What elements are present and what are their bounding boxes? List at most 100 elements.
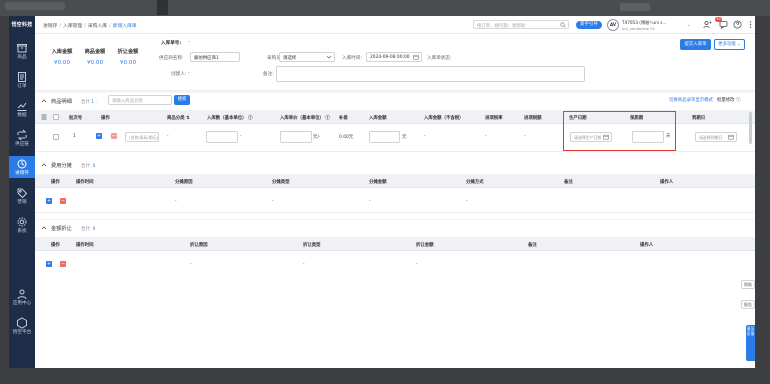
summary-goods: 商品金额 ¥0.00	[80, 48, 110, 66]
column-header: 操作时间	[76, 242, 94, 248]
breadcrumb-item[interactable]: 入库管理	[63, 24, 82, 29]
summary-value: ¥0.00	[86, 60, 103, 66]
app-window: 悟空科技 商品 订单 数据 供应链 进销存 营销 系统 应用中心 悟空平台 进销…	[9, 16, 755, 368]
column-header: 分摊方式	[466, 179, 484, 185]
chevron-up-icon[interactable]	[41, 162, 47, 168]
delete-row-button[interactable]: −	[60, 261, 66, 267]
fees-section: 费用分摊 合计: 0 操作 操作时间 分摊原因 分摊类型 分摊金额 分摊方式 备…	[35, 157, 755, 219]
column-header: 操作	[51, 179, 60, 185]
column-header: 操作	[101, 115, 110, 121]
discount-section-header: 金额折让 合计: 0	[35, 220, 755, 237]
section-title: 商品明细	[51, 99, 72, 105]
qty-input[interactable]	[206, 131, 238, 143]
outer-window-top	[0, 0, 770, 16]
discount-section: 金额折让 合计: 0 操作 操作时间 折让原因 折让类型 折让金额 备注 操作人…	[35, 220, 755, 278]
goods-class-value: -	[167, 134, 169, 139]
sidebar-item-goods[interactable]: 商品	[9, 40, 35, 62]
more-functions-label: 更多功能	[718, 42, 736, 47]
user-menu[interactable]: AV T47053 (博雅!-uni s... uni_vendorme 01 …	[607, 19, 695, 31]
production-date-placeholder: 请选择生产日期	[574, 135, 602, 140]
sidebar-item-apps[interactable]: 应用中心	[9, 286, 35, 308]
sidebar-item-label: 应用中心	[12, 301, 32, 306]
creator-label: 创建人:	[171, 72, 187, 77]
select-all-checkbox[interactable]	[53, 114, 59, 120]
outer-window-ghost-button	[620, 3, 650, 11]
top-header: 进销存 / 入库管理 / 采购入库 / 新增入库单 搜订单、搜问题、搜帮助 新手引导 AV …	[35, 16, 755, 34]
notification-badge: 53	[715, 17, 722, 22]
cell-type: -	[272, 199, 274, 204]
breadcrumb-item[interactable]: 采购入库	[88, 24, 107, 29]
feedback-button[interactable]: 意见反馈	[746, 325, 755, 361]
order-icon	[18, 72, 26, 82]
sidebar-item-data[interactable]: 数据	[9, 98, 35, 120]
creator-value: -	[188, 71, 190, 76]
help-icon[interactable]	[733, 20, 742, 29]
date-picker[interactable]: 2024-09-08 00:00	[366, 52, 422, 62]
shelf-life-input[interactable]	[632, 131, 664, 143]
row-checkbox[interactable]	[53, 134, 59, 140]
help-side-button[interactable]: 帮助	[741, 280, 755, 289]
remark-textarea[interactable]	[276, 66, 585, 82]
sidebar-item-platform[interactable]: 悟空平台	[9, 315, 35, 337]
submit-order-button[interactable]: 提交入库单	[680, 39, 711, 50]
column-header: 折让类型	[303, 242, 321, 248]
goods-search-input[interactable]: 请输入商品名称	[108, 95, 172, 105]
search-placeholder: 请输入商品名称	[112, 99, 143, 104]
cell-reason: -	[190, 262, 192, 267]
expiry-date-picker[interactable]: 请选择到期日	[695, 132, 737, 142]
table-row: 1 + − (名称/条码/助记) - - 元/- 0.00元 元 - - - 请…	[35, 124, 755, 152]
buyer-select[interactable]: 请选择	[279, 52, 335, 62]
chevron-up-icon[interactable]	[41, 225, 47, 231]
order-number-label: 入库单号:	[161, 41, 182, 46]
summary-label: 商品金额	[84, 49, 106, 55]
list-icon[interactable]	[41, 114, 47, 120]
sidebar-item-label: 商品	[17, 55, 27, 60]
production-date-picker[interactable]: 请选择生产日期	[570, 132, 612, 142]
calendar-icon	[603, 134, 609, 140]
add-row-button[interactable]: +	[46, 261, 52, 267]
sidebar-item-label: 供应链	[15, 142, 29, 147]
price-input[interactable]	[280, 131, 312, 143]
breadcrumb: 进销存 / 入库管理 / 采购入库 / 新增入库单	[43, 24, 137, 29]
user-switch-icon[interactable]	[703, 20, 712, 29]
order-number-value: -	[188, 40, 190, 45]
screen: 悟空科技 商品 订单 数据 供应链 进销存 营销 系统 应用中心 悟空平台 进销…	[0, 0, 770, 384]
table-scrollbar[interactable]	[749, 112, 752, 144]
delete-row-button[interactable]: −	[111, 133, 117, 139]
table-row: + − - - - -	[35, 188, 755, 213]
supplier-field[interactable]: 廊坊供应商1	[190, 52, 240, 62]
sidebar-item-orders[interactable]: 订单	[9, 69, 35, 91]
summary-discount: 折让金额 ¥0.00	[113, 48, 143, 66]
global-search-input[interactable]: 搜订单、搜问题、搜帮助	[473, 20, 569, 29]
summary-label: 入库金额	[51, 49, 73, 55]
switch-mode-link[interactable]: 切换商品录单显示模式	[669, 97, 713, 103]
goods-search-button[interactable]: 搜索	[174, 95, 190, 105]
sidebar: 悟空科技 商品 订单 数据 供应链 进销存 营销 系统 应用中心 悟空平台	[9, 16, 35, 368]
batch-edit-link[interactable]: 批量修改 ⓘ	[717, 97, 740, 103]
chevron-down-icon	[326, 55, 332, 59]
section-title: 费用分摊	[51, 163, 72, 169]
report-side-button[interactable]: 报告	[741, 300, 755, 309]
column-header: 生产日期	[569, 115, 587, 121]
add-row-button[interactable]: +	[46, 198, 52, 204]
delete-row-button[interactable]: −	[60, 198, 66, 204]
expiry-date-placeholder: 请选择到期日	[699, 135, 723, 140]
more-functions-button[interactable]: 更多功能 ⌄	[714, 39, 745, 50]
goods-section-header: 商品明细 合计 1 : 请输入商品名称 搜索 切换商品录单显示模式 批量修改 ⓘ	[35, 93, 755, 110]
breadcrumb-item[interactable]: 进销存	[43, 24, 57, 29]
sidebar-item-supply[interactable]: 供应链	[9, 127, 35, 149]
column-header: 商品分类 ⇅	[167, 115, 190, 121]
more-vertical-icon[interactable]	[746, 20, 755, 29]
order-summary: 入库金额 ¥0.00 商品金额 ¥0.00 折让金额 ¥0.00 入库单号: -…	[35, 34, 755, 91]
chevron-up-icon[interactable]	[41, 98, 47, 104]
goods-name-input[interactable]: (名称/条码/助记)	[125, 132, 159, 142]
amount-input[interactable]	[369, 131, 400, 143]
sidebar-item-marketing[interactable]: 营销	[9, 185, 35, 207]
sidebar-item-system[interactable]: 系统	[9, 214, 35, 236]
shelf-life-unit: 天	[666, 134, 671, 139]
onboarding-button[interactable]: 新手引导	[576, 21, 602, 29]
tag-icon	[17, 188, 28, 199]
sidebar-item-inventory[interactable]: 进销存	[9, 156, 35, 178]
amount-notax-value: -	[424, 134, 426, 139]
add-row-button[interactable]: +	[96, 133, 102, 139]
